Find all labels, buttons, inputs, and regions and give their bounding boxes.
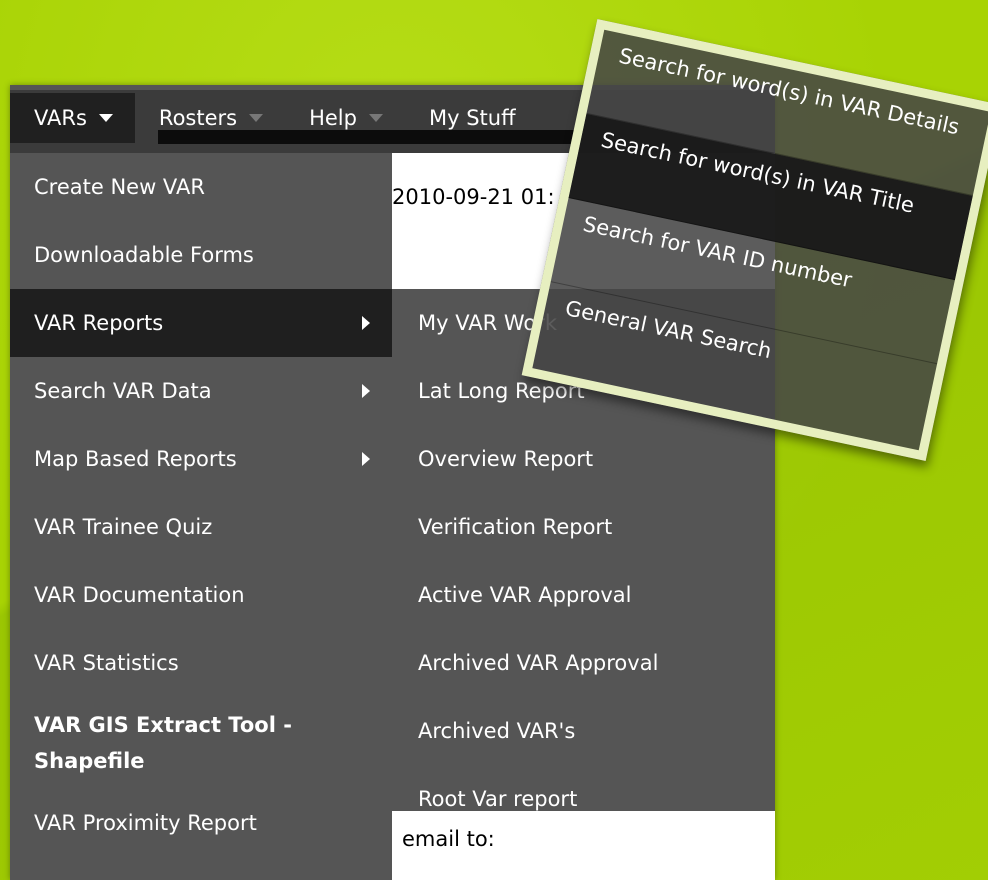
- menu-item-var-statistics[interactable]: VAR Statistics: [10, 629, 392, 697]
- submenu-item-active-var-approval[interactable]: Active VAR Approval: [392, 561, 775, 629]
- menu-item-downloadable-forms[interactable]: Downloadable Forms: [10, 221, 392, 289]
- menu-rosters-label: Rosters: [158, 106, 238, 130]
- submenu-item-label: Archived VAR Approval: [418, 651, 659, 675]
- caret-down-icon: [249, 114, 264, 122]
- submenu-item-overview-report[interactable]: Overview Report: [392, 425, 775, 493]
- timestamp-text: 2010-09-21 01:: [392, 185, 555, 209]
- chevron-right-icon: [362, 316, 370, 330]
- menu-item-search-var-data[interactable]: Search VAR Data: [10, 357, 392, 425]
- menu-item-label: Search VAR Data: [34, 379, 212, 403]
- submenu-item-label: Root Var report: [418, 787, 578, 811]
- menu-item-label: Create New VAR: [34, 175, 205, 199]
- submenu-item-verification-report[interactable]: Verification Report: [392, 493, 775, 561]
- menu-my-stuff-label: My Stuff: [428, 106, 516, 130]
- menu-item-label: VAR GIS Extract Tool - Shapefile: [34, 713, 292, 773]
- submenu-item-archived-var-approval[interactable]: Archived VAR Approval: [392, 629, 775, 697]
- menu-item-var-reports[interactable]: VAR Reports: [10, 289, 392, 357]
- menu-item-map-based-reports[interactable]: Map Based Reports: [10, 425, 392, 493]
- menu-item-label: Map Based Reports: [34, 447, 237, 471]
- submenu-item-root-var-report[interactable]: Root Var report: [392, 765, 775, 833]
- menu-item-var-proximity-report[interactable]: VAR Proximity Report: [10, 789, 392, 857]
- menu-item-var-trainee-quiz[interactable]: VAR Trainee Quiz: [10, 493, 392, 561]
- menu-vars[interactable]: VARs: [10, 93, 135, 143]
- menu-item-label: VAR Statistics: [34, 651, 179, 675]
- menu-item-label: VAR Trainee Quiz: [34, 515, 213, 539]
- menu-help-label: Help: [309, 106, 357, 130]
- vars-dropdown-menu: Create New VAR Downloadable Forms VAR Re…: [10, 153, 392, 880]
- chevron-right-icon: [362, 384, 370, 398]
- caret-down-icon: [98, 114, 113, 122]
- menu-item-var-gis-extract-tool[interactable]: VAR GIS Extract Tool - Shapefile: [10, 697, 392, 789]
- menu-vars-label: VARs: [34, 106, 87, 130]
- submenu-item-archived-vars[interactable]: Archived VAR's: [392, 697, 775, 765]
- menu-item-label: VAR Documentation: [34, 583, 245, 607]
- chevron-right-icon: [362, 452, 370, 466]
- nav-underline-bar: [158, 130, 618, 144]
- menu-item-label: VAR Reports: [34, 311, 164, 335]
- menu-item-label: VAR Proximity Report: [34, 811, 257, 835]
- menu-item-label: Downloadable Forms: [34, 243, 254, 267]
- submenu-item-label: Overview Report: [418, 447, 594, 471]
- submenu-item-label: Archived VAR's: [418, 719, 576, 743]
- menu-item-create-new-var[interactable]: Create New VAR: [10, 153, 392, 221]
- caret-down-icon: [368, 114, 383, 122]
- submenu-item-label: Active VAR Approval: [418, 583, 632, 607]
- submenu-item-label: Verification Report: [418, 515, 613, 539]
- menu-item-var-documentation[interactable]: VAR Documentation: [10, 561, 392, 629]
